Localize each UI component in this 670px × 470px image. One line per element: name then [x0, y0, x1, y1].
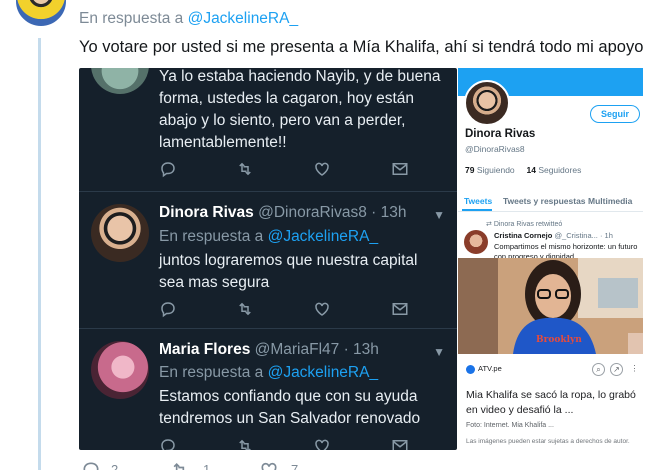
source-name: ATV.pe: [478, 364, 502, 373]
reply-icon[interactable]: [159, 300, 177, 318]
photo-illustration: Brooklyn: [458, 258, 643, 354]
heart-icon[interactable]: [259, 460, 279, 470]
retweet-icon[interactable]: [235, 160, 255, 178]
reply-context: En respuesta a @JackelineRA_: [159, 228, 378, 246]
result-meta: Foto: Internet. Mia Khalifa ...: [466, 422, 554, 429]
search-icon[interactable]: ⌕: [592, 363, 605, 376]
chevron-down-icon[interactable]: ▼: [433, 208, 445, 222]
copyright-note: Las imágenes pueden estar sujetas a dere…: [466, 438, 630, 445]
reply-context: En respuesta a @JackelineRA_: [159, 364, 378, 382]
message-icon[interactable]: [391, 437, 409, 450]
reply-icon[interactable]: [81, 460, 101, 470]
tab-tweets-replies[interactable]: Tweets y respuestas: [503, 196, 586, 206]
reply-context: En respuesta a @JackelineRA_: [79, 10, 298, 28]
tweet-reply-view: En respuesta a @JackelineRA_ Yo votare p…: [0, 0, 670, 470]
retweet-note: ⇄ Dinora Rivas retwitteó: [486, 220, 562, 228]
reply-mention-link[interactable]: @JackelineRA_: [268, 364, 379, 381]
author-handle: @MariaFl47 · 13h: [254, 341, 379, 358]
author-name: Dinora Rivas: [159, 204, 254, 221]
profile-handle: @DinoraRivas8: [465, 144, 525, 154]
result-source[interactable]: ATV.pe: [466, 364, 502, 374]
embedded-tweet: Ya lo estaba haciendo Nayib, y de buena …: [79, 68, 457, 192]
tab-media[interactable]: Multimedia: [588, 196, 632, 206]
share-icon[interactable]: ↗: [610, 363, 623, 376]
following-label[interactable]: Siguiendo: [477, 165, 515, 175]
tweet-author: Maria Flores @MariaFl47 · 13h: [159, 341, 379, 359]
cropped-header-text: [110, 0, 180, 4]
reply-prefix: En respuesta a: [79, 10, 184, 27]
reply-mention-link[interactable]: @JackelineRA_: [188, 10, 299, 27]
more-options-icon[interactable]: ⋮: [628, 363, 641, 376]
retweet-count: 1: [203, 462, 211, 470]
tweet-text: Estamos confiando que con su ayuda tendr…: [159, 388, 421, 427]
reply-prefix: En respuesta a: [159, 228, 264, 245]
profile-avatar[interactable]: [464, 80, 510, 126]
tab-tweets[interactable]: Tweets: [464, 196, 492, 206]
followers-label[interactable]: Seguidores: [538, 165, 581, 175]
active-tab-indicator: [462, 209, 492, 211]
embedded-tweet: Dinora Rivas @DinoraRivas8 · 13h ▼ En re…: [79, 192, 457, 329]
retweet-icon[interactable]: [169, 460, 191, 470]
tweet-actions: [159, 437, 419, 450]
reply-prefix: En respuesta a: [159, 364, 264, 381]
tweet-text: Ya lo estaba haciendo Nayib, y de buena …: [159, 68, 441, 151]
heart-icon[interactable]: [313, 300, 331, 318]
tweet-avatar: [91, 68, 149, 94]
message-icon[interactable]: [391, 160, 409, 178]
post-author: Cristina Cornejo @_Cristina... · 1h: [494, 231, 613, 240]
following-count: 79: [465, 165, 475, 175]
heart-icon[interactable]: [313, 160, 331, 178]
retweet-icon: ⇄: [486, 221, 494, 228]
follow-button[interactable]: Seguir: [590, 105, 640, 123]
screenshot-dark-tweets[interactable]: Ya lo estaba haciendo Nayib, y de buena …: [79, 68, 457, 450]
svg-text:Brooklyn: Brooklyn: [536, 335, 582, 345]
reply-count: 2: [111, 462, 119, 470]
tweet-avatar: [91, 204, 149, 262]
author-name: Maria Flores: [159, 341, 251, 358]
like-count: 7: [291, 462, 299, 470]
message-icon[interactable]: [391, 300, 409, 318]
author-handle: @DinoraRivas8 · 13h: [258, 204, 407, 221]
post-author-handle: @_Cristina... · 1h: [554, 231, 613, 240]
followers-count: 14: [526, 165, 536, 175]
user-avatar[interactable]: [14, 0, 68, 28]
result-title[interactable]: Mia Khalifa se sacó la ropa, lo grabó en…: [466, 388, 638, 418]
reply-icon[interactable]: [159, 437, 177, 450]
tweet-text: juntos lograremos que nuestra capital se…: [159, 252, 418, 291]
post-author-name: Cristina Cornejo: [494, 231, 553, 240]
tweet-author: Dinora Rivas @DinoraRivas8 · 13h: [159, 204, 407, 222]
tweet-actions: [159, 160, 419, 180]
heart-icon[interactable]: [313, 437, 331, 450]
embedded-tweet: Maria Flores @MariaFl47 · 13h ▼ En respu…: [79, 329, 457, 450]
reply-icon[interactable]: [159, 160, 177, 178]
profile-stats: 79 Siguiendo 14 Seguidores: [465, 165, 581, 175]
reply-mention-link[interactable]: @JackelineRA_: [268, 228, 379, 245]
outer-tweet-actions: 2 1 7: [79, 458, 379, 470]
retweet-icon[interactable]: [235, 300, 255, 318]
retweet-note-text: Dinora Rivas retwitteó: [493, 221, 563, 228]
tweet-avatar: [91, 341, 149, 399]
screenshot-profile-and-search[interactable]: Seguir Dinora Rivas @DinoraRivas8 79 Sig…: [458, 68, 643, 450]
retweet-icon[interactable]: [235, 437, 255, 450]
search-result-image[interactable]: Brooklyn: [458, 258, 643, 354]
tweet-actions: [159, 300, 419, 320]
reply-text: Yo votare por usted si me presenta a Mía…: [79, 38, 644, 56]
chevron-down-icon[interactable]: ▼: [433, 345, 445, 359]
profile-name: Dinora Rivas: [465, 128, 536, 140]
post-avatar[interactable]: [464, 230, 488, 254]
thread-line: [38, 38, 41, 470]
source-favicon-icon: [466, 364, 475, 374]
